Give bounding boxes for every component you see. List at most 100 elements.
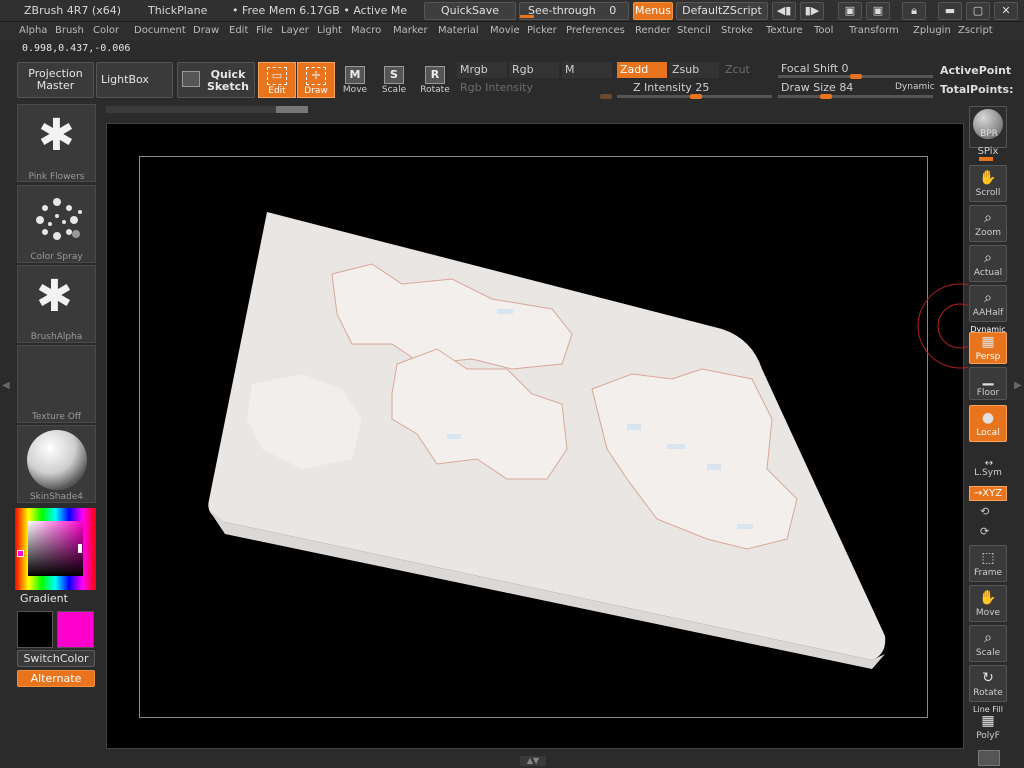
lsym-button[interactable]: L.Sym (969, 468, 1007, 478)
bottom-collapse-icon[interactable]: ▲▼ (520, 756, 546, 766)
default-zscript-button[interactable]: DefaultZScript (676, 2, 768, 20)
frame-label: Frame (973, 568, 1003, 578)
minimize-icon[interactable]: ▬ (938, 2, 962, 20)
floor-button[interactable]: ▁ Floor (969, 367, 1007, 400)
persp-button[interactable]: ▦ Persp (969, 332, 1007, 364)
scale-view-label: Scale (975, 648, 1001, 658)
m-button[interactable]: M (562, 62, 612, 78)
menu-brush[interactable]: Brush (55, 25, 84, 36)
rgb-intensity-slider[interactable]: Rgb Intensity (457, 80, 607, 96)
draw-size-track (778, 95, 933, 98)
brush-cursor-ring (917, 283, 968, 369)
layout-2-icon[interactable]: ▣ (866, 2, 890, 20)
z-intensity-knob[interactable] (690, 94, 702, 99)
app-title: ZBrush 4R7 (x64) (24, 4, 122, 17)
magnifier-icon: ⌕ (984, 210, 992, 226)
prev-icon[interactable]: ◀▮ (772, 2, 796, 20)
zsub-button[interactable]: Zsub (669, 62, 719, 78)
menu-document[interactable]: Document (134, 25, 186, 36)
scale-tool-button[interactable]: S Scale (375, 62, 413, 98)
focal-shift-knob[interactable] (850, 74, 862, 79)
scale-label: Scale (381, 85, 407, 95)
next-icon[interactable]: ▮▶ (800, 2, 824, 20)
quick-sketch-button[interactable]: Quick Sketch (177, 62, 255, 98)
color-marker[interactable] (78, 544, 82, 553)
scale-view-button[interactable]: ⌕ Scale (969, 625, 1007, 662)
menu-marker[interactable]: Marker (393, 25, 428, 36)
local-button[interactable]: ● Local (969, 405, 1007, 442)
spix-label[interactable]: SPix (969, 146, 1007, 157)
menu-alpha[interactable]: Alpha (19, 25, 47, 36)
move-icon: M (345, 66, 365, 84)
rotate-tool-button[interactable]: R Rotate (416, 62, 454, 98)
see-through-slider[interactable]: See-through 0 (519, 2, 629, 20)
move-tool-button[interactable]: M Move (336, 62, 374, 98)
menu-color[interactable]: Color (93, 25, 119, 36)
rotate-y-icon[interactable]: ⟲ (980, 505, 989, 518)
hue-marker[interactable] (17, 550, 24, 557)
canvas-tab-active[interactable] (276, 106, 308, 113)
menu-movie[interactable]: Movie (490, 25, 520, 36)
menu-stroke[interactable]: Stroke (721, 25, 753, 36)
polyf-button[interactable]: ▦ PolyF (969, 712, 1007, 742)
projection-master-button[interactable]: Projection Master (17, 62, 94, 98)
transp-icon[interactable] (978, 750, 1000, 766)
move-view-button[interactable]: ✋ Move (969, 585, 1007, 622)
lock-icon[interactable]: 🔒︎ (902, 2, 926, 20)
rgb-intensity-knob[interactable] (600, 94, 612, 99)
spix-slider[interactable] (979, 157, 993, 161)
menu-edit[interactable]: Edit (229, 25, 248, 36)
menu-zscript[interactable]: Zscript (958, 25, 993, 36)
frame-icon: ⬚ (981, 550, 995, 566)
xyz-button[interactable]: →XYZ (969, 486, 1007, 501)
menu-texture[interactable]: Texture (766, 25, 803, 36)
gradient-label[interactable]: Gradient (20, 592, 68, 605)
zoom-button[interactable]: ⌕ Zoom (969, 205, 1007, 242)
actual-button[interactable]: ⌕ Actual (969, 245, 1007, 282)
saturation-square[interactable] (28, 521, 83, 576)
color-picker[interactable] (15, 508, 96, 590)
menu-layer[interactable]: Layer (281, 25, 309, 36)
rgb-button[interactable]: Rgb (509, 62, 559, 78)
rotate-label: Rotate (420, 85, 450, 95)
layout-1-icon[interactable]: ▣ (838, 2, 862, 20)
mrgb-button[interactable]: Mrgb (457, 62, 507, 78)
rotate-z-icon[interactable]: ⟳ (980, 525, 989, 538)
main-color-swatch[interactable] (17, 611, 53, 648)
menu-macro[interactable]: Macro (351, 25, 381, 36)
alternate-button[interactable]: Alternate (17, 670, 95, 687)
right-collapse-icon[interactable]: ▶ (1014, 380, 1022, 391)
secondary-color-swatch[interactable] (57, 611, 94, 648)
aahalf-button[interactable]: ⌕ AAHalf (969, 285, 1007, 322)
scroll-button[interactable]: ✋ Scroll (969, 165, 1007, 202)
left-collapse-icon[interactable]: ◀ (2, 380, 10, 391)
close-icon[interactable]: ✕ (994, 2, 1018, 20)
menu-stencil[interactable]: Stencil (677, 25, 711, 36)
menu-light[interactable]: Light (317, 25, 342, 36)
switch-color-button[interactable]: SwitchColor (17, 650, 95, 667)
menu-draw[interactable]: Draw (193, 25, 219, 36)
menu-render[interactable]: Render (635, 25, 671, 36)
lightbox-button[interactable]: LightBox (96, 62, 173, 98)
menu-zplugin[interactable]: Zplugin (913, 25, 951, 36)
frame-button[interactable]: ⬚ Frame (969, 545, 1007, 582)
menu-file[interactable]: File (256, 25, 273, 36)
menu-picker[interactable]: Picker (527, 25, 557, 36)
edit-tool-button[interactable]: ▭ Edit (258, 62, 296, 98)
brush-thumbnail[interactable]: ✱ (17, 104, 96, 182)
zadd-button[interactable]: Zadd (617, 62, 667, 78)
quicksave-button[interactable]: QuickSave (424, 2, 516, 20)
maximize-icon[interactable]: ▢ (966, 2, 990, 20)
menu-transform[interactable]: Transform (849, 25, 899, 36)
draw-size-knob[interactable] (820, 94, 832, 99)
menu-preferences[interactable]: Preferences (566, 25, 625, 36)
dynamic-label[interactable]: Dynamic (895, 82, 935, 92)
bpr-button[interactable]: BPR (969, 106, 1007, 148)
rotate-view-button[interactable]: ↻ Rotate (969, 665, 1007, 702)
menus-button[interactable]: Menus (633, 2, 673, 20)
menu-material[interactable]: Material (438, 25, 479, 36)
menu-tool[interactable]: Tool (814, 25, 833, 36)
alpha-icon: ✱ (36, 271, 73, 322)
draw-tool-button[interactable]: ✛ Draw (297, 62, 335, 98)
zcut-button[interactable]: Zcut (722, 62, 772, 78)
